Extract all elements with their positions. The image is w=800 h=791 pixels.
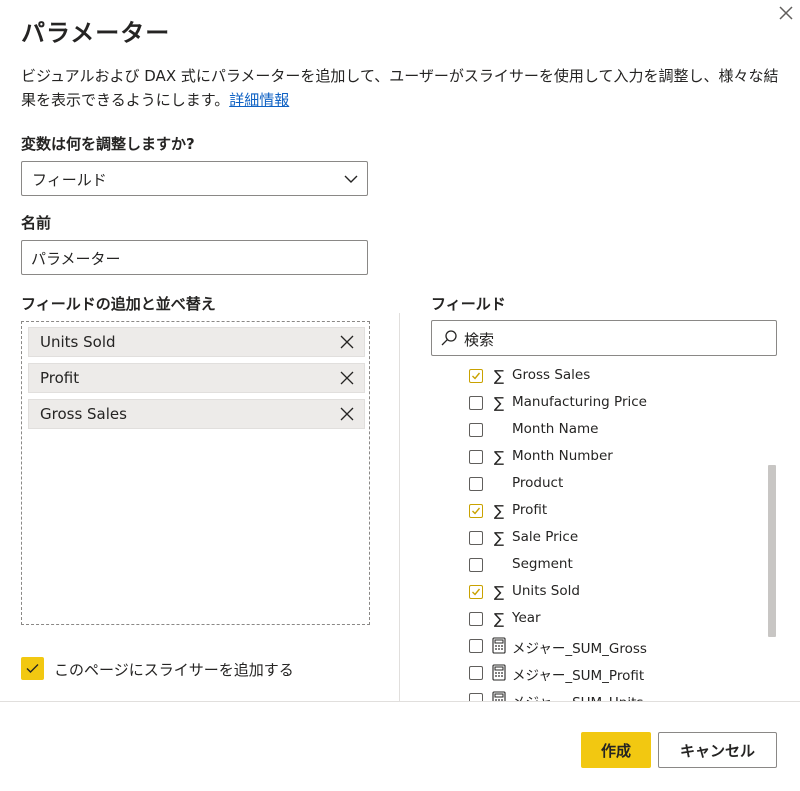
calculator-icon — [490, 637, 508, 655]
checkbox-unchecked[interactable] — [469, 693, 483, 701]
sigma-icon: ∑ — [493, 610, 505, 628]
wells-label: フィールドの追加と並べ替え — [21, 295, 216, 313]
field-item[interactable]: ∑ Units Sold — [469, 579, 769, 606]
name-input[interactable]: パラメーター — [21, 240, 368, 275]
checkmark-icon — [472, 588, 481, 596]
calculator-icon — [490, 691, 508, 701]
field-item-label: Units Sold — [512, 583, 580, 599]
sigma-icon: ∑ — [493, 367, 505, 385]
field-item[interactable]: メジャー_SUM_Units — [469, 687, 769, 701]
checkmark-icon — [472, 372, 481, 380]
well-item-label: Units Sold — [40, 333, 116, 351]
search-placeholder: 検索 — [464, 331, 495, 349]
checkbox-unchecked[interactable] — [469, 396, 483, 410]
checkbox-unchecked[interactable] — [469, 450, 483, 464]
blank-icon — [490, 421, 508, 439]
search-input[interactable]: 検索 — [431, 320, 777, 356]
checkbox-unchecked[interactable] — [469, 423, 483, 437]
checkbox-checked[interactable] — [469, 585, 483, 599]
well-item-profit[interactable]: Profit — [28, 363, 365, 393]
checkbox-unchecked[interactable] — [469, 558, 483, 572]
fields-label: フィールド — [431, 295, 506, 313]
field-item[interactable]: ∑ Gross Sales — [469, 363, 769, 390]
field-item[interactable]: ∑ Profit — [469, 498, 769, 525]
blank-icon — [490, 556, 508, 574]
blank-icon — [490, 475, 508, 493]
add-slicer-label: このページにスライサーを追加する — [54, 661, 294, 679]
checkbox-unchecked[interactable] — [469, 531, 483, 545]
create-button[interactable]: 作成 — [581, 732, 651, 768]
checkbox-unchecked[interactable] — [469, 477, 483, 491]
field-item[interactable]: ∑ Month Number — [469, 444, 769, 471]
sigma-icon: ∑ — [493, 394, 505, 412]
field-item[interactable]: ∑ Year — [469, 606, 769, 633]
sigma-icon: ∑ — [493, 583, 505, 601]
field-item[interactable]: Month Name — [469, 417, 769, 444]
field-item-label: Gross Sales — [512, 367, 591, 383]
variable-dropdown-value: フィールド — [32, 171, 107, 189]
checkbox-unchecked[interactable] — [469, 612, 483, 626]
field-list[interactable]: ∑ Gross Sales ∑ Manufacturing Price Month Na… — [400, 363, 800, 701]
field-item[interactable]: ∑ Manufacturing Price — [469, 390, 769, 417]
calculator-icon — [490, 664, 508, 682]
sigma-icon: ∑ — [493, 502, 505, 520]
well-item-label: Profit — [40, 369, 80, 387]
remove-icon[interactable] — [339, 334, 355, 350]
field-item-label: Month Name — [512, 421, 599, 437]
well-item-gross-sales[interactable]: Gross Sales — [28, 399, 365, 429]
variable-dropdown[interactable]: フィールド — [21, 161, 368, 196]
field-item[interactable]: メジャー_SUM_Gross — [469, 633, 769, 660]
field-item-label: メジャー_SUM_Gross — [512, 641, 647, 657]
field-item-label: メジャー_SUM_Profit — [512, 668, 645, 684]
field-item-label: Product — [512, 475, 564, 491]
name-label: 名前 — [21, 214, 52, 232]
field-item-label: Profit — [512, 502, 548, 518]
remove-icon[interactable] — [339, 370, 355, 386]
field-item-label: Month Number — [512, 448, 613, 464]
field-item[interactable]: Product — [469, 471, 769, 498]
sigma-icon: ∑ — [493, 448, 505, 466]
field-item[interactable]: メジャー_SUM_Profit — [469, 660, 769, 687]
field-item-label: Sale Price — [512, 529, 579, 545]
dialog-title: パラメーター — [21, 19, 171, 47]
field-item[interactable]: ∑ Sale Price — [469, 525, 769, 552]
close-button[interactable] — [776, 3, 796, 23]
checkbox-unchecked[interactable] — [469, 666, 483, 680]
description-text: ビジュアルおよび DAX 式にパラメーターを追加して、ユーザーがスライサーを使用… — [21, 67, 779, 109]
remove-icon[interactable] — [339, 406, 355, 422]
checkbox-unchecked[interactable] — [469, 639, 483, 653]
sigma-icon: ∑ — [493, 529, 505, 547]
checkmark-icon — [472, 507, 481, 515]
scrollbar-thumb[interactable] — [768, 465, 776, 637]
field-item-label: メジャー_SUM_Units — [512, 691, 643, 701]
close-icon — [779, 6, 793, 20]
field-item-label: Segment — [512, 556, 573, 572]
field-item[interactable]: Segment — [469, 552, 769, 579]
learn-more-link[interactable]: 詳細情報 — [229, 91, 289, 109]
cancel-button[interactable]: キャンセル — [658, 732, 777, 768]
checkmark-icon — [26, 664, 39, 673]
footer-divider — [0, 701, 800, 702]
checkbox-checked[interactable] — [469, 504, 483, 518]
field-wells[interactable]: Units Sold Profit Gross Sales — [21, 321, 370, 625]
field-item-label: Manufacturing Price — [512, 394, 647, 410]
search-icon — [441, 330, 457, 346]
well-item-units-sold[interactable]: Units Sold — [28, 327, 365, 357]
checkbox-checked[interactable] — [21, 657, 44, 680]
field-item-label: Year — [512, 610, 541, 626]
dialog-description: ビジュアルおよび DAX 式にパラメーターを追加して、ユーザーがスライサーを使用… — [21, 64, 781, 112]
well-item-label: Gross Sales — [40, 405, 127, 423]
chevron-down-icon — [344, 175, 358, 183]
variable-label: 変数は何を調整しますか? — [21, 135, 195, 153]
checkbox-checked[interactable] — [469, 369, 483, 383]
